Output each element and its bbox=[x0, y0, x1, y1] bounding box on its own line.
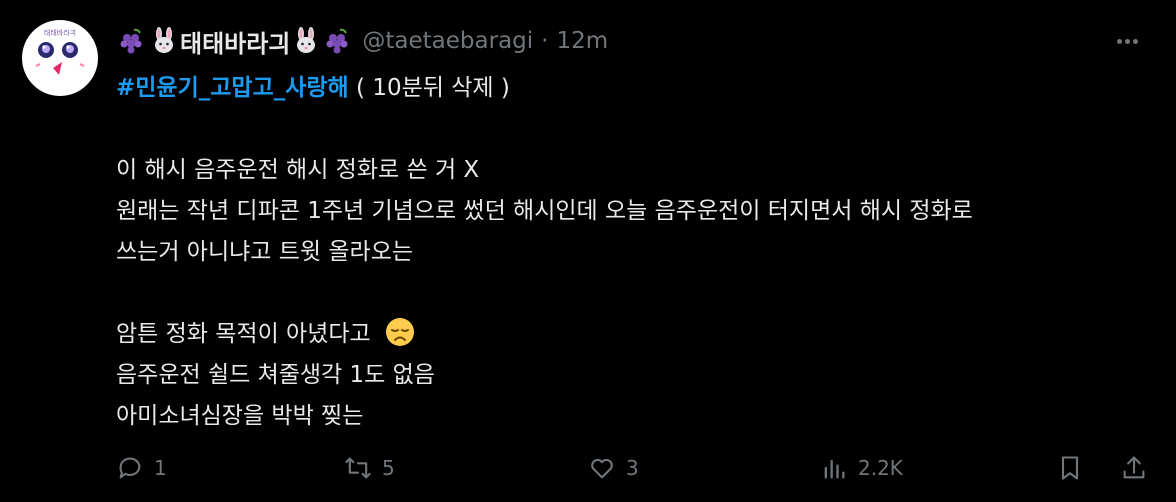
repost-icon bbox=[345, 457, 371, 479]
reply-button[interactable]: 1 bbox=[116, 448, 167, 488]
hashtag-line: #민윤기_고맙고_사랑해 ( 10분뒤 삭제 ) bbox=[116, 68, 1156, 109]
body-line: 음주운전 쉴드 쳐줄생각 1도 없음 bbox=[116, 362, 435, 388]
grapes-icon bbox=[326, 28, 348, 54]
action-bar: 1 5 3 2.2K bbox=[116, 448, 1160, 488]
rabbit-face-icon bbox=[155, 27, 173, 53]
separator-dot: · bbox=[541, 28, 549, 54]
repost-button[interactable]: 5 bbox=[344, 448, 395, 488]
grapes-icon bbox=[120, 28, 142, 54]
reply-count: 1 bbox=[154, 456, 167, 480]
hashtag-link[interactable]: #민윤기_고맙고_사랑해 bbox=[116, 75, 349, 101]
rabbit-face-icon bbox=[297, 27, 316, 53]
more-dot bbox=[1116, 38, 1122, 44]
bookmark-button[interactable] bbox=[1056, 448, 1084, 488]
timestamp[interactable]: 12m bbox=[556, 28, 608, 54]
user-handle[interactable]: @taetaebaragi bbox=[362, 28, 533, 54]
body-line-with-emoji: 암튼 정화 목적이 아녔다고 bbox=[116, 314, 1156, 355]
body-line: 원래는 작년 디파콘 1주년 기념으로 썼던 해시인데 오늘 음주운전이 터지면… bbox=[116, 198, 973, 224]
like-count: 3 bbox=[626, 456, 639, 480]
more-dot bbox=[1132, 38, 1138, 44]
reply-icon bbox=[119, 457, 141, 479]
body-line: 아미소녀심장을 박박 찢는 bbox=[116, 403, 364, 429]
body-line-text: 암튼 정화 목적이 아녔다고 bbox=[116, 321, 371, 347]
display-name-group[interactable]: 태태바라긔 bbox=[116, 24, 354, 59]
avatar-text: 태태바라긔 bbox=[44, 28, 76, 37]
display-name: 태태바라긔 bbox=[180, 29, 291, 58]
views-count: 2.2K bbox=[858, 456, 903, 480]
avatar[interactable]: 태태바라긔 bbox=[22, 20, 98, 96]
more-options-button[interactable] bbox=[1112, 26, 1142, 56]
body-line: 쓰는거 아니냐고 트윗 올라오는 bbox=[116, 239, 414, 265]
like-button[interactable]: 3 bbox=[588, 448, 639, 488]
hashtag-suffix: ( 10분뒤 삭제 ) bbox=[348, 75, 510, 101]
tweet-header: 태태바라긔 @taetaebaragi · 12m bbox=[116, 22, 1156, 60]
more-dot bbox=[1124, 38, 1130, 44]
disappointed-face-icon bbox=[386, 318, 415, 346]
share-button[interactable] bbox=[1120, 448, 1148, 488]
share-icon bbox=[1123, 456, 1145, 479]
body-line: 이 해시 음주운전 해시 정화로 쓴 거 X bbox=[116, 157, 480, 183]
tweet-text: #민윤기_고맙고_사랑해 ( 10분뒤 삭제 ) 이 해시 음주운전 해시 정화… bbox=[116, 68, 1156, 437]
repost-count: 5 bbox=[382, 456, 395, 480]
views-chart-icon bbox=[824, 459, 845, 479]
bookmark-icon bbox=[1061, 456, 1079, 480]
views-button[interactable]: 2.2K bbox=[820, 448, 903, 488]
heart-icon bbox=[591, 458, 613, 479]
